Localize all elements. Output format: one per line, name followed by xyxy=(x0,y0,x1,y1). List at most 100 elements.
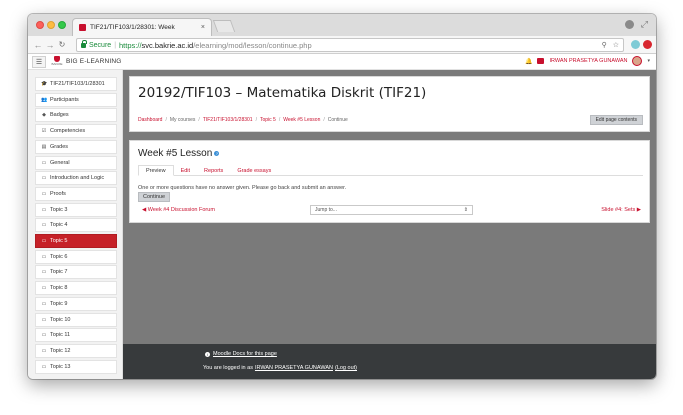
close-window-button[interactable] xyxy=(36,21,44,29)
sidebar-item-label: Topic 9 xyxy=(50,300,68,307)
extension-icon[interactable] xyxy=(631,40,640,49)
continue-button[interactable]: Continue xyxy=(138,192,171,202)
browser-tab[interactable]: TIF21/TIF103/1/28301: Week × xyxy=(72,18,212,36)
previous-activity-link[interactable]: ◀ Week #4 Discussion Forum xyxy=(142,207,215,213)
breadcrumb-my-courses: My courses xyxy=(169,117,196,123)
bookmark-star-icon[interactable]: ☆ xyxy=(613,41,619,49)
url-path: /elearning/mod/lesson/continue.php xyxy=(193,40,312,50)
sidebar-item-label: Topic 8 xyxy=(50,285,68,292)
sidebar-item-tif21-tif103-1-28301[interactable]: 🎓 TIF21/TIF103/1/28301 xyxy=(35,77,117,91)
messages-icon[interactable] xyxy=(537,58,545,64)
folder-icon: ▭ xyxy=(41,300,47,307)
sidebar-item-topic-4[interactable]: ▭ Topic 4 xyxy=(35,218,117,233)
menu-toggle-icon[interactable]: ☰ xyxy=(32,55,46,68)
profile-icon[interactable] xyxy=(625,20,634,29)
site-logo[interactable]: BAKRIE xyxy=(51,56,63,67)
sidebar-item-general[interactable]: ▭ General xyxy=(35,155,117,170)
sidebar-item-introduction-and-logic[interactable]: ▭ Introduction and Logic xyxy=(35,171,117,186)
edit-page-button[interactable]: Edit page contents xyxy=(589,115,643,125)
breadcrumb-course[interactable]: TIF21/TIF103/1/28301 xyxy=(203,117,253,123)
notification-bell-icon[interactable]: 🔔 xyxy=(525,58,532,65)
moodle-docs-link[interactable]: Moodle Docs for this page xyxy=(213,351,277,357)
url-scheme: https:// xyxy=(119,40,142,50)
breadcrumb-topic[interactable]: Topic 5 xyxy=(260,117,276,123)
shield-icon: ◆ xyxy=(42,112,46,119)
sidebar-item-topic-10[interactable]: ▭ Topic 10 xyxy=(35,312,117,327)
tab-edit[interactable]: Edit xyxy=(174,165,197,176)
breadcrumb-lesson[interactable]: Week #5 Lesson xyxy=(283,117,320,123)
sidebar-item-topic-8[interactable]: ▭ Topic 8 xyxy=(35,281,117,296)
login-info: You are logged in as IRWAN PRASETYA GUNA… xyxy=(203,365,357,371)
users-icon: 👥 xyxy=(41,96,48,103)
logo-text: BAKRIE xyxy=(51,62,63,66)
breadcrumb-current: Continue xyxy=(327,117,348,123)
sidebar-item-label: TIF21/TIF103/1/28301 xyxy=(50,81,105,87)
tab-strip: TIF21/TIF103/1/28301: Week × ⤢ xyxy=(28,14,656,36)
breadcrumb-dashboard[interactable]: Dashboard xyxy=(138,117,162,123)
browser-toolbar: ← → ↻ Secure | https:// svc.bakrie.ac.id… xyxy=(28,36,656,54)
site-name[interactable]: BIG E-LEARNING xyxy=(66,58,122,65)
moodle-docs-row: i Moodle Docs for this page xyxy=(205,351,277,357)
address-separator: | xyxy=(114,41,117,49)
page-title: 20192/TIF103 – Matematika Diskrit (TIF21… xyxy=(138,85,427,101)
lesson-title: Week #5 Lesson xyxy=(138,148,213,159)
sidebar-item-topic-9[interactable]: ▭ Topic 9 xyxy=(35,296,117,311)
page-footer: i Moodle Docs for this page You are logg… xyxy=(123,344,656,379)
maximize-window-button[interactable] xyxy=(58,21,66,29)
sidebar-item-proofs[interactable]: ▭ Proofs xyxy=(35,186,117,201)
tab-reports[interactable]: Reports xyxy=(197,165,230,176)
jump-to-select[interactable]: Jump to... ⇕ xyxy=(310,205,473,215)
sidebar-item-participants[interactable]: 👥 Participants xyxy=(35,92,117,107)
tab-title: TIF21/TIF103/1/28301: Week xyxy=(90,24,175,31)
next-activity-link[interactable]: Slide #4: Sets ▶ xyxy=(601,207,641,213)
back-arrow-icon[interactable]: ← xyxy=(32,40,44,50)
chevron-down-icon[interactable]: ▾ xyxy=(647,58,650,64)
checkbox-icon: ☑ xyxy=(41,128,47,135)
help-icon[interactable]: ? xyxy=(214,151,220,156)
select-arrows-icon: ⇕ xyxy=(463,207,468,213)
folder-icon: ▭ xyxy=(41,332,47,339)
avatar[interactable] xyxy=(632,56,643,66)
sidebar-item-topic-6[interactable]: ▭ Topic 6 xyxy=(35,249,117,264)
sidebar-item-topic-3[interactable]: ▭ Topic 3 xyxy=(35,202,117,217)
logged-in-user-link[interactable]: IRWAN PRASETYA GUNAWAN xyxy=(255,365,333,371)
lesson-card: Week #5 Lesson ? Preview Edit Reports Gr… xyxy=(129,140,650,223)
fullscreen-icon[interactable]: ⤢ xyxy=(641,19,648,30)
info-icon: i xyxy=(205,351,210,357)
sidebar-item-badges[interactable]: ◆ Badges xyxy=(35,108,117,123)
sidebar-item-topic-12[interactable]: ▭ Topic 12 xyxy=(35,343,117,358)
tab-preview[interactable]: Preview xyxy=(138,165,174,176)
breadcrumb-separator: / xyxy=(255,117,257,123)
main-content: 20192/TIF103 – Matematika Diskrit (TIF21… xyxy=(123,70,656,344)
folder-icon: ▭ xyxy=(41,159,47,166)
sidebar-item-label: Topic 12 xyxy=(50,347,71,354)
sidebar-item-competencies[interactable]: ☑ Competencies xyxy=(35,124,117,139)
sidebar-item-label: Proofs xyxy=(50,190,66,197)
sidebar-item-topic-11[interactable]: ▭ Topic 11 xyxy=(35,328,117,343)
minimize-window-button[interactable] xyxy=(47,21,55,29)
sidebar-item-topic-5[interactable]: ▭ Topic 5 xyxy=(35,234,117,248)
no-answer-notice: One or more questions have no answer giv… xyxy=(138,185,347,191)
jump-to-value: Jump to... xyxy=(315,207,337,213)
sidebar-item-topic-7[interactable]: ▭ Topic 7 xyxy=(35,265,117,280)
zoom-icon[interactable]: ⚲ xyxy=(602,41,607,49)
favicon-icon xyxy=(79,24,86,31)
tab-close-icon[interactable]: × xyxy=(201,24,205,31)
sidebar-item-topic-13[interactable]: ▭ Topic 13 xyxy=(35,359,117,374)
address-bar[interactable]: Secure | https:// svc.bakrie.ac.id /elea… xyxy=(76,38,624,52)
new-tab-button[interactable] xyxy=(212,20,236,32)
lesson-tabs: Preview Edit Reports Grade essays xyxy=(138,165,643,176)
tab-grade-essays[interactable]: Grade essays xyxy=(230,165,278,176)
user-name[interactable]: IRWAN PRASETYA GUNAWAN xyxy=(549,58,627,64)
sidebar-item-grades[interactable]: ▤ Grades xyxy=(35,139,117,154)
folder-icon: ▭ xyxy=(41,222,47,229)
sidebar-item-label: Topic 11 xyxy=(50,332,71,339)
sidebar-item-label: Topic 7 xyxy=(50,269,68,276)
logout-link[interactable]: (Log out) xyxy=(335,365,357,371)
folder-icon: ▭ xyxy=(41,253,47,260)
forward-arrow-icon[interactable]: → xyxy=(44,40,56,50)
reload-icon[interactable]: ↻ xyxy=(56,40,68,49)
extension-red-icon[interactable] xyxy=(643,40,652,49)
folder-icon: ▭ xyxy=(41,206,47,213)
folder-icon: ▭ xyxy=(41,316,47,323)
